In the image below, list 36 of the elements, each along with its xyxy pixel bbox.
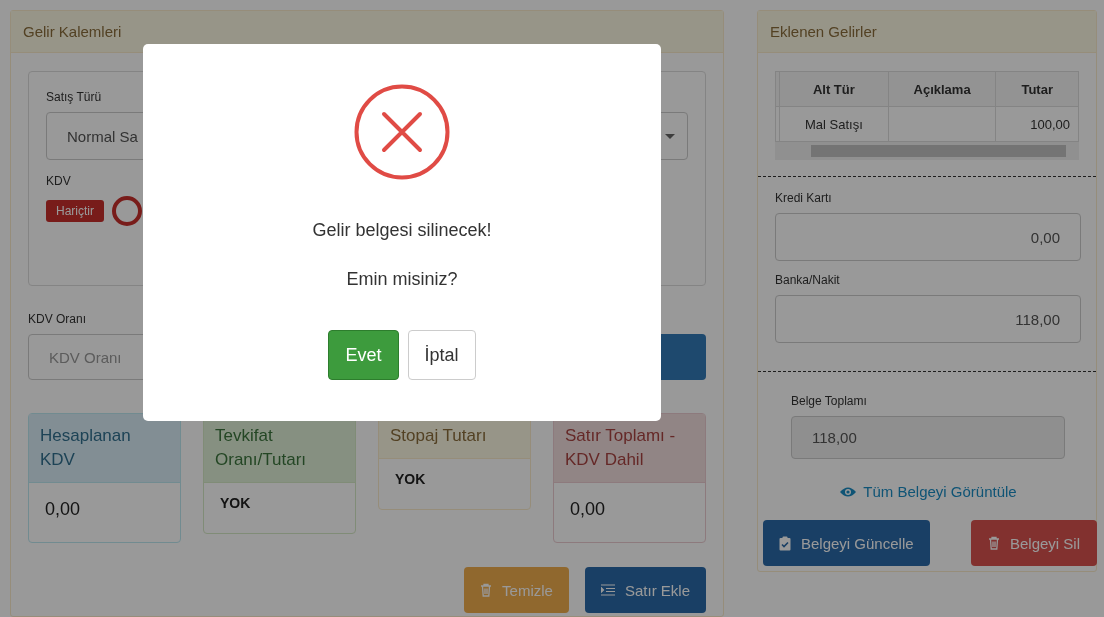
clipboard-check-icon [779,535,791,551]
card-value: 0,00 [569,498,607,521]
dialog-title: Gelir belgesi silinecek! [312,220,492,241]
card-value: YOK [219,494,252,513]
cancel-button[interactable]: İptal [407,330,476,380]
view-document-link[interactable]: Tüm Belgeyi Görüntüle [775,483,1081,500]
add-row-button[interactable]: Satır Ekle [584,567,706,613]
column-header: Tutar [995,71,1079,107]
eye-icon [839,485,858,498]
column-header: Açıklama [888,71,996,107]
delete-document-button[interactable]: Belgeyi Sil [970,520,1097,566]
field-label: Satış Türü [46,90,103,104]
trash-icon [987,536,1000,550]
update-document-button[interactable]: Belgeyi Güncelle [763,520,930,566]
card-value: 0,00 [44,498,82,521]
card-title: Hesaplanan KDV [29,414,180,483]
vat-excluded-badge[interactable]: Hariçtir [46,200,104,222]
confirm-button[interactable]: Evet [328,330,399,380]
table-cell: Mal Satışı [779,106,889,142]
list-indent-icon [600,584,615,596]
credit-card-field[interactable]: 0,00 [775,213,1081,261]
card-title: Satır Toplamı - KDV Dahil [554,414,705,483]
field-label: KDV Oranı [28,312,88,326]
error-icon [354,84,450,180]
trash-icon [480,583,493,597]
column-header: Alt Tür [779,71,889,107]
bank-cash-field[interactable]: 118,00 [775,295,1081,343]
table-cell: 100,00 [995,106,1079,142]
card-value: YOK [394,470,427,489]
field-label: KDV [46,174,72,188]
panel-title: Eklenen Gelirler [758,11,1096,53]
dialog-text: Emin misiniz? [346,269,458,290]
field-label: Belge Toplamı [791,394,868,408]
field-label: Banka/Nakit [775,273,841,287]
horizontal-scrollbar[interactable] [775,142,1079,160]
field-label: Kredi Kartı [775,191,833,205]
